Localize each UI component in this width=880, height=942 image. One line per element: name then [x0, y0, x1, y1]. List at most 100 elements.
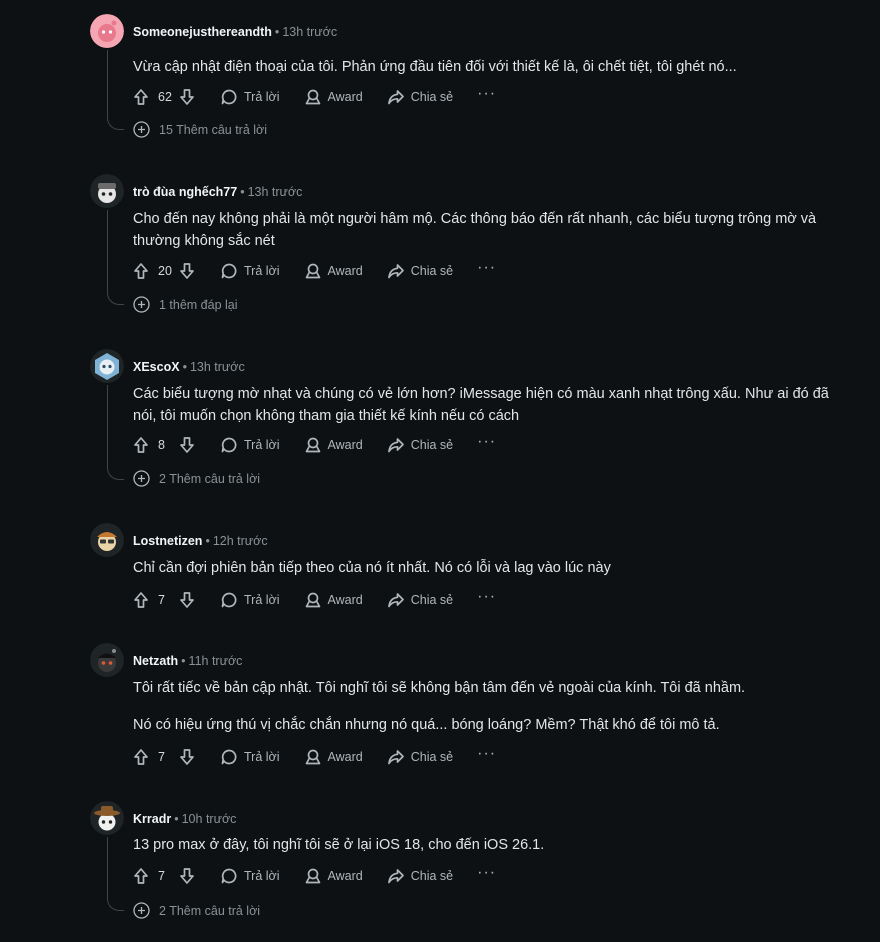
downvote-button[interactable] [178, 591, 196, 609]
reply-label: Trả lời [244, 438, 280, 452]
award-button[interactable]: Award [304, 591, 363, 609]
downvote-button[interactable] [178, 436, 196, 454]
share-label: Chia sẻ [410, 750, 454, 764]
author-name[interactable]: Someonejusthereandth [133, 25, 272, 39]
avatar[interactable] [90, 14, 124, 48]
reply-button[interactable]: Trả lời [220, 867, 280, 885]
award-button[interactable]: Award [304, 748, 363, 766]
share-button[interactable]: Chia sẻ [387, 262, 453, 280]
reply-button[interactable]: Trả lời [220, 748, 280, 766]
reply-label: Trả lời [244, 593, 280, 607]
share-label: Chia sẻ [410, 90, 454, 104]
comment-thread: Someonejusthereandth • 13h trước Vừa cập n… [0, 0, 880, 942]
author-name[interactable]: Netzath [133, 654, 178, 668]
award-label: Award [327, 438, 363, 452]
comment-meta: trò đùa nghếch77 • 13h trước [133, 184, 302, 200]
award-button[interactable]: Award [304, 867, 363, 885]
upvote-button[interactable] [132, 262, 150, 280]
comment-body: Cho đến nay không phải là một người hâm … [133, 208, 843, 252]
more-options-button[interactable]: ··· [477, 589, 496, 608]
more-options-button[interactable]: ··· [477, 260, 496, 279]
award-label: Award [327, 593, 363, 607]
author-name[interactable]: Lostnetizen [133, 534, 202, 548]
speech-bubble-icon [221, 89, 237, 105]
separator-dot: • [240, 185, 245, 199]
author-name[interactable]: XEscoX [133, 360, 180, 374]
avatar[interactable] [90, 643, 124, 677]
share-arrow-icon [387, 869, 404, 884]
comment-body: Chỉ cần đợi phiên bản tiếp theo của nó í… [133, 557, 843, 579]
more-replies-label: 2 Thêm câu trả lời [159, 471, 261, 486]
timestamp[interactable]: 11h trước [189, 654, 243, 668]
award-button[interactable]: Award [304, 88, 363, 106]
more-options-button[interactable]: ··· [477, 85, 497, 105]
share-button[interactable]: Chia sẻ [387, 748, 453, 766]
vote-count: 20 [158, 264, 172, 278]
share-button[interactable]: Chia sẻ [387, 591, 453, 609]
comment-paragraph: Chỉ cần đợi phiên bản tiếp theo của nó í… [133, 560, 611, 576]
reply-button[interactable]: Trả lời [220, 591, 280, 609]
author-name[interactable]: trò đùa nghếch77 [133, 185, 237, 199]
more-replies-button[interactable]: 2 Thêm câu trả lời [133, 902, 260, 919]
upvote-button[interactable] [132, 88, 150, 106]
speech-bubble-icon [221, 263, 237, 279]
avatar[interactable] [90, 174, 124, 208]
share-arrow-icon [387, 90, 404, 105]
reply-button[interactable]: Trả lời [220, 262, 280, 280]
more-options-button[interactable]: ··· [477, 434, 496, 453]
share-arrow-icon [387, 438, 404, 453]
author-name[interactable]: Krradr [133, 812, 171, 826]
vote-count: 8 [158, 438, 165, 452]
plus-circle-icon [133, 296, 150, 313]
upvote-arrow-icon [134, 749, 148, 765]
upvote-arrow-icon [134, 868, 148, 884]
downvote-button[interactable] [178, 867, 196, 885]
award-ribbon-icon [305, 89, 320, 105]
more-replies-button[interactable]: 2 Thêm câu trả lời [133, 470, 260, 487]
award-button[interactable]: Award [304, 436, 363, 454]
award-button[interactable]: Award [304, 262, 363, 280]
timestamp[interactable]: 10h trước [182, 812, 237, 826]
share-label: Chia sẻ [410, 438, 454, 452]
comment-paragraph: Tôi rất tiếc về bản cập nhật. Tôi nghĩ t… [133, 680, 746, 696]
timestamp[interactable]: 13h trước [282, 25, 337, 39]
award-label: Award [327, 750, 363, 764]
upvote-button[interactable] [132, 867, 150, 885]
reply-label: Trả lời [244, 750, 280, 764]
comment-body: 13 pro max ở đây, tôi nghĩ tôi sẽ ở lại … [133, 834, 843, 856]
more-options-button[interactable]: ··· [477, 746, 496, 765]
timestamp[interactable]: 13h trước [248, 185, 303, 199]
downvote-arrow-icon [180, 437, 194, 453]
reply-button[interactable]: Trả lời [220, 88, 280, 106]
share-button[interactable]: Chia sẻ [387, 88, 453, 106]
upvote-arrow-icon [134, 263, 148, 279]
more-replies-button[interactable]: 15 Thêm câu trả lời [133, 121, 267, 138]
avatar[interactable] [90, 523, 124, 557]
more-replies-button[interactable]: 1 thêm đáp lại [133, 296, 238, 313]
upvote-button[interactable] [132, 436, 150, 454]
upvote-button[interactable] [132, 748, 150, 766]
share-button[interactable]: Chia sẻ [387, 867, 453, 885]
upvote-arrow-icon [134, 437, 148, 453]
thread-line [107, 210, 124, 305]
share-button[interactable]: Chia sẻ [387, 436, 453, 454]
avatar[interactable] [90, 801, 124, 835]
ellipsis-icon: ··· [477, 864, 497, 881]
upvote-button[interactable] [132, 591, 150, 609]
timestamp[interactable]: 12h trước [213, 534, 268, 548]
more-options-button[interactable]: ··· [477, 864, 497, 884]
downvote-button[interactable] [178, 748, 196, 766]
reply-label: Trả lời [244, 869, 280, 883]
downvote-button[interactable] [178, 262, 196, 280]
award-ribbon-icon [305, 263, 320, 279]
timestamp[interactable]: 13h trước [190, 360, 245, 374]
action-bar: 7 Trả lời Award Chia sẻ ··· [132, 745, 496, 769]
reply-button[interactable]: Trả lời [220, 436, 280, 454]
vote-count: 62 [158, 90, 172, 104]
speech-bubble-icon [221, 868, 237, 884]
avatar[interactable] [90, 349, 124, 383]
award-ribbon-icon [305, 868, 320, 884]
downvote-button[interactable] [178, 88, 196, 106]
reply-label: Trả lời [244, 90, 280, 104]
ellipsis-icon: ··· [477, 85, 497, 102]
